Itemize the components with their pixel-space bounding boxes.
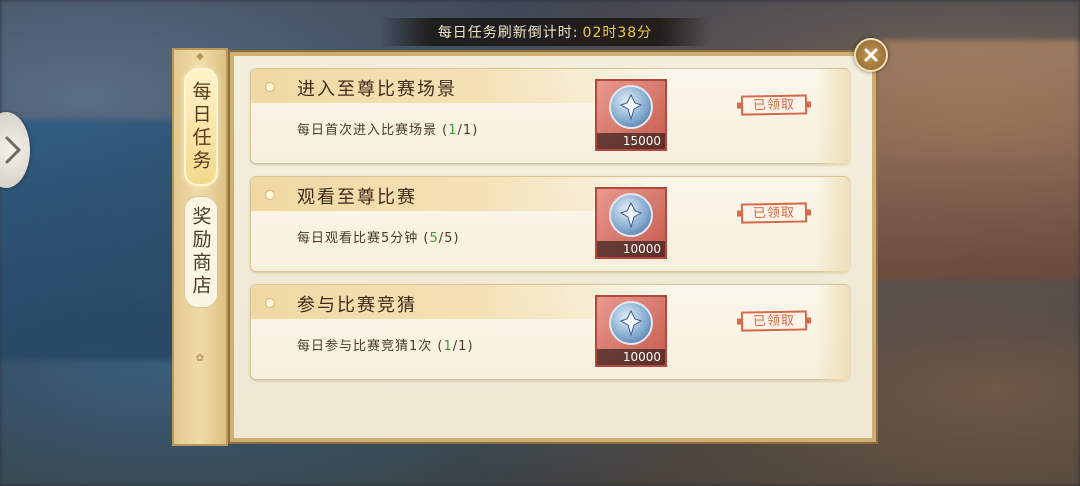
reward-count: 10000 <box>597 241 665 257</box>
task-card: 观看至尊比赛 每日观看比赛5分钟 (5/5) 10000 已领取 <box>250 176 850 273</box>
chevron-right-icon <box>5 136 21 164</box>
task-card: 进入至尊比赛场景 每日首次进入比赛场景 (1/1) 15000 已领取 <box>250 68 850 165</box>
close-button[interactable] <box>854 38 888 72</box>
bullet-icon <box>265 298 275 308</box>
progress-current: 1 <box>448 123 458 138</box>
task-desc-text: 每日参与比赛竞猜1次 <box>297 339 433 354</box>
progress-total: 1 <box>462 123 473 138</box>
close-icon <box>864 48 878 62</box>
task-description: 每日参与比赛竞猜1次 (1/1) <box>297 339 474 354</box>
ornament-icon: ✿ <box>195 353 205 364</box>
reward-count: 15000 <box>597 133 665 149</box>
task-desc-text: 每日观看比赛5分钟 <box>297 231 419 246</box>
reward-item[interactable]: 10000 <box>595 187 667 259</box>
refresh-countdown: 每日任务刷新倒计时: 02时38分 <box>380 18 710 46</box>
side-tab-strip: ◆ 每日任务 奖励商店 ✿ <box>172 48 228 446</box>
bullet-icon <box>265 190 275 200</box>
card-edge <box>816 177 850 273</box>
task-title: 观看至尊比赛 <box>297 187 417 208</box>
claimed-badge: 已领取 <box>740 202 808 224</box>
bullet-icon <box>265 82 275 92</box>
reward-count: 10000 <box>597 349 665 365</box>
countdown-value: 02时38分 <box>582 25 653 41</box>
task-card: 参与比赛竞猜 每日参与比赛竞猜1次 (1/1) 10000 已领取 <box>250 284 850 381</box>
tab-daily-tasks[interactable]: 每日任务 <box>184 68 218 186</box>
card-edge <box>816 69 850 165</box>
blue-token-icon <box>609 301 653 345</box>
countdown-label: 每日任务刷新倒计时: <box>437 25 579 41</box>
task-description: 每日首次进入比赛场景 (1/1) <box>297 123 479 138</box>
progress-total: 1 <box>458 339 468 354</box>
background-building <box>870 40 1080 280</box>
blue-token-icon <box>609 85 653 129</box>
progress-current: 5 <box>429 231 439 246</box>
claimed-badge: 已领取 <box>740 94 808 116</box>
reward-item[interactable]: 10000 <box>595 295 667 367</box>
task-description: 每日观看比赛5分钟 (5/5) <box>297 231 460 246</box>
tab-reward-shop[interactable]: 奖励商店 <box>184 196 218 308</box>
progress-total: 5 <box>444 231 454 246</box>
reward-item[interactable]: 15000 <box>595 79 667 151</box>
ornament-icon: ◆ <box>196 51 204 62</box>
task-title: 参与比赛竞猜 <box>297 295 417 316</box>
card-edge <box>816 285 850 381</box>
claimed-badge: 已领取 <box>740 310 808 332</box>
blue-token-icon <box>609 193 653 237</box>
task-title: 进入至尊比赛场景 <box>297 79 457 100</box>
progress-current: 1 <box>443 339 453 354</box>
task-desc-text: 每日首次进入比赛场景 <box>297 123 438 138</box>
